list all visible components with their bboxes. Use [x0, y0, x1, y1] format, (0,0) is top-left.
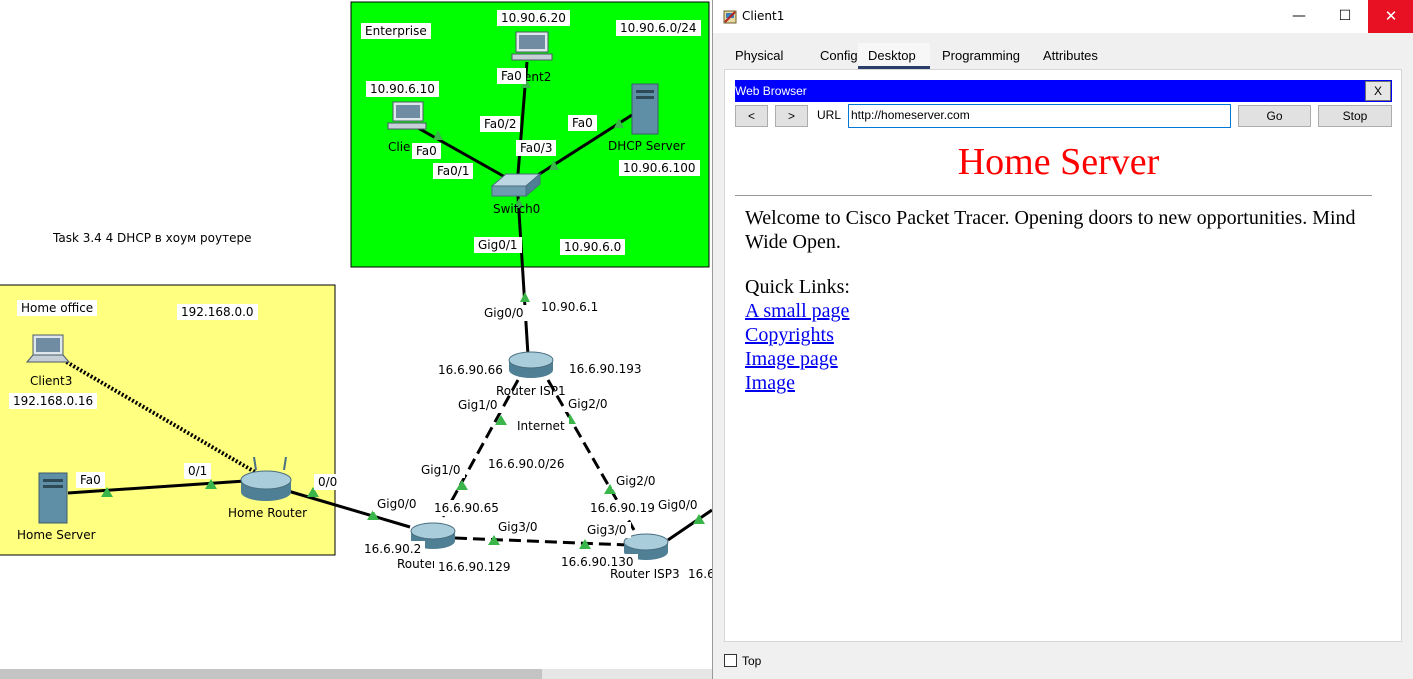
switch-gig01-label: Gig0/1 — [474, 237, 522, 253]
isp3-gig20-label: Gig2/0 — [612, 473, 660, 489]
home-server-icon — [38, 472, 68, 524]
isp1-gig10-ip-label: 16.6.90.66 — [434, 362, 507, 378]
topology-canvas[interactable]: Enterprise 10.90.6.0/24 10.90.6.20 ent2 … — [0, 0, 712, 679]
welcome-text: Welcome to Cisco Packet Tracer. Opening … — [745, 207, 1356, 253]
close-button[interactable]: ✕ — [1368, 0, 1413, 33]
isp3-gig00-label: Gig0/0 — [654, 497, 702, 513]
dhcp-port-label: Fa0 — [568, 115, 597, 131]
switch-fa02-label: Fa0/2 — [480, 116, 521, 132]
client3-laptop-icon — [25, 334, 71, 363]
browser-page: Home Server Welcome to Cisco Packet Trac… — [735, 130, 1382, 635]
page-divider — [735, 195, 1372, 196]
dhcp-server-ip-label: 10.90.6.100 — [619, 160, 700, 176]
home-router-wan-port-label: 0/0 — [314, 474, 342, 490]
page-heading: Home Server — [957, 141, 1160, 183]
home-office-label: Home office — [17, 300, 98, 316]
isp1-name-label: Router ISP1 — [496, 384, 566, 398]
net-26-label: 16.6.90.0/26 — [484, 456, 569, 472]
link-router-isp3 — [454, 536, 629, 547]
internet-label: Internet — [513, 418, 569, 434]
go-button[interactable]: Go — [1238, 105, 1311, 127]
link-isp3-offscreen — [667, 508, 712, 542]
home-office-network-label: 192.168.0.0 — [177, 304, 258, 320]
stop-button[interactable]: Stop — [1318, 105, 1392, 127]
isp3-gig30-label: Gig3/0 — [583, 522, 631, 538]
web-browser-titlebar: Web Browser X — [735, 80, 1392, 102]
web-browser-title: Web Browser — [735, 84, 807, 98]
url-label: URL — [817, 108, 842, 122]
web-browser-close-button[interactable]: X — [1365, 81, 1391, 101]
tab-programming[interactable]: Programming — [932, 43, 1030, 69]
quick-links-block: Quick Links: A small page Copyrights Ima… — [745, 275, 850, 395]
client3-ip-label: 192.168.0.16 — [9, 393, 98, 409]
isp1-gig10-label: Gig1/0 — [454, 397, 502, 413]
link-image-page[interactable]: Image page — [745, 347, 850, 371]
canvas-horizontal-scrollbar[interactable] — [0, 669, 712, 679]
client1-pc-icon — [387, 101, 427, 130]
dhcp-server-icon — [631, 83, 659, 135]
client2-ip-label: 10.90.6.20 — [497, 10, 570, 26]
switch-net-label: 10.90.6.0 — [560, 239, 626, 255]
window-title: Client1 — [742, 9, 785, 23]
tab-desktop[interactable]: Desktop — [858, 43, 930, 69]
home-router-lan-port-label: 0/1 — [184, 463, 212, 479]
topology-graphics — [0, 1, 712, 560]
isp3-name-label: Router ISP3 — [610, 567, 680, 581]
isp2-name-label: Router — [397, 557, 437, 571]
client3-name-label: Client3 — [30, 374, 73, 388]
isp2-gig00-ip-label: 16.6.90.2 — [360, 541, 426, 557]
tab-attributes[interactable]: Attributes — [1033, 43, 1108, 69]
isp2-gig10-ip-label: 16.6.90.65 — [430, 500, 503, 516]
isp2-gig30-ip-label: 16.6.90.129 — [434, 559, 515, 575]
minimize-button[interactable]: — — [1276, 0, 1322, 33]
client1-ip-label: 10.90.6.10 — [366, 81, 439, 97]
isp1-gig00-label: Gig0/0 — [480, 305, 528, 321]
isp2-gig00-label: Gig0/0 — [373, 496, 421, 512]
url-input[interactable]: http://homeserver.com — [848, 104, 1231, 128]
quick-links-label: Quick Links: — [745, 276, 850, 298]
isp1-gig20-ip-label: 16.6.90.193 — [565, 361, 646, 377]
client2-name-label: ent2 — [524, 70, 552, 84]
browser-nav-row: < > URL http://homeserver.com Go Stop — [735, 104, 1392, 128]
client1-name-label: Clie — [388, 140, 411, 154]
tab-physical[interactable]: Physical — [725, 43, 793, 69]
isp3-gig20-ip-label: 16.6.90.19 — [586, 500, 659, 516]
task-note-label: Task 3.4 4 DHCP в хоум роутере — [53, 231, 252, 245]
client1-port-label: Fa0 — [412, 143, 441, 159]
desktop-panel: Web Browser X < > URL http://homeserver.… — [724, 69, 1402, 642]
switch-fa01-label: Fa0/1 — [433, 163, 474, 179]
scrollbar-thumb[interactable] — [0, 669, 542, 679]
isp2-gig30-label: Gig3/0 — [494, 519, 542, 535]
switch-fa03-label: Fa0/3 — [516, 140, 557, 156]
switch0-name-label: Switch0 — [493, 202, 541, 216]
link-small-page[interactable]: A small page — [745, 299, 850, 323]
home-server-name-label: Home Server — [17, 528, 96, 542]
maximize-button[interactable]: ☐ — [1322, 0, 1368, 33]
enterprise-network-label: 10.90.6.0/24 — [616, 20, 701, 36]
forward-button[interactable]: > — [775, 105, 808, 127]
isp3-extra-ip-label: 16.6.1 — [684, 566, 712, 582]
window-titlebar[interactable]: Client1 — ☐ ✕ — [713, 0, 1413, 33]
dhcp-server-name-label: DHCP Server — [608, 139, 686, 153]
home-server-port-label: Fa0 — [76, 472, 105, 488]
isp1-gig00-ip-label: 10.90.6.1 — [537, 299, 603, 315]
home-router-name-label: Home Router — [228, 506, 308, 520]
top-checkbox-label: Top — [742, 654, 762, 668]
top-checkbox-row[interactable]: Top — [724, 654, 761, 668]
link-image[interactable]: Image — [745, 371, 850, 395]
client2-pc-icon — [511, 31, 553, 61]
enterprise-label: Enterprise — [361, 23, 431, 39]
packet-tracer-app-icon — [723, 9, 737, 28]
back-button[interactable]: < — [735, 105, 768, 127]
top-checkbox[interactable] — [724, 654, 737, 667]
client2-port-label: Fa0 — [497, 68, 526, 84]
isp2-gig10-label: Gig1/0 — [417, 462, 465, 478]
client1-window: Client1 — ☐ ✕ Physical Config Desktop Pr… — [712, 0, 1413, 679]
router-isp1-icon — [508, 351, 554, 378]
link-copyrights[interactable]: Copyrights — [745, 323, 850, 347]
isp1-gig20-label: Gig2/0 — [564, 396, 612, 412]
